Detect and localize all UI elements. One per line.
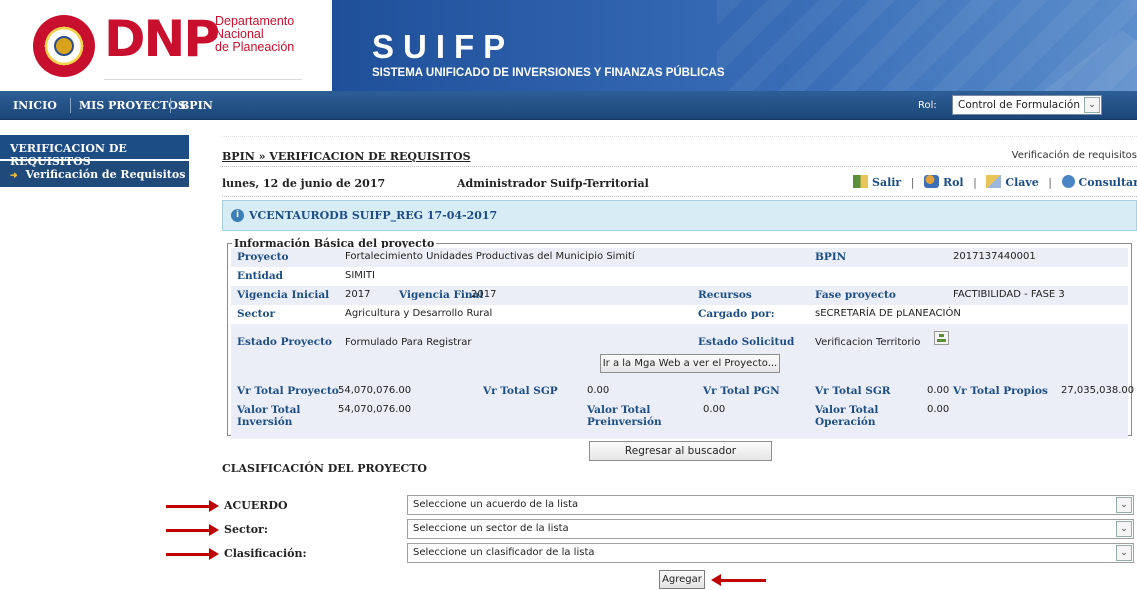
sidebar: VERIFICACION DE REQUISITOS ➜ Verificación… xyxy=(0,135,189,187)
suifp-banner: SUIFP SISTEMA UNIFICADO DE INVERSIONES Y… xyxy=(332,0,1137,91)
vr-total-proyecto-value: 54,070,076.00 xyxy=(338,385,412,396)
current-date: lunes, 12 de junio de 2017 xyxy=(222,177,386,190)
valor-total-preinversion-value: 0.00 xyxy=(703,404,726,415)
agregar-button[interactable]: Agregar xyxy=(659,570,705,589)
app-title: SUIFP xyxy=(372,28,515,65)
project-info-fieldset: Información Básica del proyecto Proyecto… xyxy=(227,237,1135,439)
vr-total-sgp-value: 0.00 xyxy=(587,385,610,396)
proyecto-value: Fortalecimiento Unidades Productivas del… xyxy=(345,251,635,262)
user-name: Administrador Suifp-Territorial xyxy=(457,177,649,190)
clasificacion-select[interactable]: Seleccione un clasificador de la lista ⌄ xyxy=(407,543,1134,563)
user-role-icon xyxy=(923,175,939,188)
dnp-logo: DNP xyxy=(104,10,220,68)
rol-link[interactable]: Rol xyxy=(943,176,964,189)
acuerdo-select[interactable]: Seleccione un acuerdo de la lista ⌄ xyxy=(407,495,1134,515)
estado-solicitud-value: Verificacion Territorio xyxy=(815,337,921,348)
salir-link[interactable]: Salir xyxy=(872,176,901,189)
clasificacion-title: CLASIFICACIÓN DEL PROYECTO xyxy=(222,462,427,475)
cargado-value: sECRETARÍA DE pLANEACIÓN xyxy=(815,308,961,319)
vigencia-final-value: 2017 xyxy=(471,289,497,300)
user-links: Salir | Rol | Clave | Consultar Ayuda | xyxy=(853,175,1137,189)
header: DNP Departamento Nacional de Planeación … xyxy=(0,0,1137,91)
sector-label: Sector: xyxy=(224,523,268,536)
ayuda-link[interactable]: Consultar Ayuda xyxy=(1079,176,1137,189)
rol-label: Rol: xyxy=(918,100,937,111)
acuerdo-label: ACUERDO xyxy=(224,499,288,512)
nav-inicio[interactable]: INICIO xyxy=(13,91,57,120)
arrow-right-icon: ➜ xyxy=(10,171,18,181)
rol-select[interactable]: Control de Formulación ⌄ xyxy=(952,95,1102,115)
vr-total-sgr-value: 0.00 xyxy=(927,385,950,396)
red-arrow-annotation xyxy=(166,548,219,560)
top-nav: INICIO MIS PROYECTOS BPIN Rol: Control d… xyxy=(0,91,1137,120)
sector-value: Agricultura y Desarrollo Rural xyxy=(345,308,493,319)
app-subtitle: SISTEMA UNIFICADO DE INVERSIONES Y FINAN… xyxy=(372,67,725,79)
help-icon xyxy=(1061,175,1075,188)
info-icon: i xyxy=(231,209,244,222)
sidebar-heading: VERIFICACION DE REQUISITOS xyxy=(0,135,189,168)
breadcrumb[interactable]: BPIN » VERIFICACION DE REQUISITOS xyxy=(222,150,471,163)
dnp-subtitle: Departamento Nacional de Planeación xyxy=(215,14,295,54)
vr-total-propios-value: 27,035,038.00 xyxy=(1061,385,1135,396)
sector-select[interactable]: Seleccione un sector de la lista ⌄ xyxy=(407,519,1134,539)
bpin-value: 2017137440001 xyxy=(953,251,1036,262)
valor-total-operacion-value: 0.00 xyxy=(927,404,950,415)
logo-area: DNP Departamento Nacional de Planeación xyxy=(0,0,332,91)
colombia-seal-icon xyxy=(33,15,95,77)
red-arrow-annotation xyxy=(166,500,219,512)
clave-link[interactable]: Clave xyxy=(1005,176,1038,189)
page-section-title: Verificación de requisitos xyxy=(1011,150,1137,161)
chevron-down-icon: ⌄ xyxy=(1116,497,1132,513)
chevron-down-icon: ⌄ xyxy=(1116,545,1132,561)
entidad-value: SIMITI xyxy=(345,270,375,281)
chevron-down-icon: ⌄ xyxy=(1116,521,1132,537)
red-arrow-annotation xyxy=(166,524,219,536)
clasificacion-label: Clasificación: xyxy=(224,547,307,560)
nav-bpin[interactable]: BPIN xyxy=(180,91,213,120)
db-info-box: i VCENTAURODB SUIFP_REG 17-04-2017 xyxy=(222,200,1137,231)
vigencia-inicial-value: 2017 xyxy=(345,289,371,300)
estado-proyecto-value: Formulado Para Registrar xyxy=(345,337,472,348)
exit-icon xyxy=(853,175,868,188)
valor-total-inversion-value: 54,070,076.00 xyxy=(338,404,412,415)
key-icon xyxy=(986,175,1002,188)
mga-web-button[interactable]: Ir a la Mga Web a ver el Proyecto... xyxy=(600,354,780,373)
red-arrow-annotation xyxy=(711,574,766,586)
db-info: VCENTAURODB SUIFP_REG 17-04-2017 xyxy=(249,209,498,222)
fase-value: FACTIBILIDAD - FASE 3 xyxy=(953,289,1065,300)
regresar-button[interactable]: Regresar al buscador xyxy=(589,441,772,461)
workflow-icon[interactable] xyxy=(934,331,949,345)
chevron-down-icon: ⌄ xyxy=(1084,97,1100,113)
